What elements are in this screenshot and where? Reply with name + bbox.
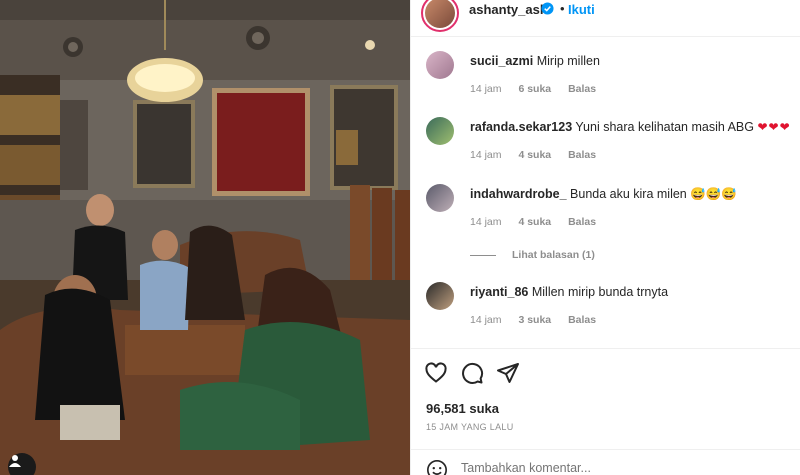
post-header: ashanty_ash • Ikuti [411, 0, 800, 37]
author-username[interactable]: ashanty_ash [469, 2, 548, 17]
comment-likes[interactable]: 4 suka [518, 149, 551, 161]
comment-username[interactable]: riyanti_86 [470, 285, 528, 299]
comment-text: Bunda aku kira milen [570, 187, 687, 201]
comment-age: 14 jam [470, 216, 502, 228]
comment-likes[interactable]: 4 suka [518, 216, 551, 228]
comment-avatar[interactable] [426, 117, 454, 145]
heart-emojis: ❤❤❤ [757, 120, 791, 134]
emoji-icon[interactable] [426, 459, 448, 475]
follow-button[interactable]: Ikuti [568, 2, 595, 17]
reply-button[interactable]: Balas [568, 149, 596, 161]
view-replies-button[interactable]: Lihat balasan (1) [470, 249, 595, 261]
instagram-post: ashanty_ash • Ikuti sucii_azmi Mirip mil… [0, 0, 800, 475]
send-icon[interactable] [496, 361, 520, 385]
comment-body: sucii_azmi Mirip millen [470, 54, 600, 68]
comment-text: Mirip millen [536, 54, 600, 68]
user-tag-icon[interactable] [8, 453, 36, 475]
comment-body: indahwardrobe_ Bunda aku kira milen 😅😅😅 [470, 187, 737, 202]
comment-username[interactable]: sucii_azmi [470, 54, 533, 68]
post-timestamp: 15 JAM YANG LALU [426, 422, 514, 432]
replies-divider [470, 254, 496, 256]
verified-badge-icon [541, 2, 554, 15]
heart-icon[interactable] [424, 361, 448, 385]
comment-avatar[interactable] [426, 282, 454, 310]
comment-likes[interactable]: 6 suka [518, 83, 551, 95]
comment-body: rafanda.sekar123 Yuni shara kelihatan ma… [470, 120, 791, 134]
header-separator: • [560, 1, 565, 16]
comment-meta: 14 jam 3 suka Balas [470, 314, 610, 326]
comment-input[interactable] [461, 461, 761, 475]
comment-text: Yuni shara kelihatan masih ABG [575, 120, 754, 134]
view-replies-label: Lihat balasan (1) [512, 249, 595, 261]
comment-username[interactable]: indahwardrobe_ [470, 187, 567, 201]
comment-username[interactable]: rafanda.sekar123 [470, 120, 572, 134]
comment-age: 14 jam [470, 314, 502, 326]
reply-button[interactable]: Balas [568, 83, 596, 95]
comment-avatar[interactable] [426, 51, 454, 79]
post-panel: ashanty_ash • Ikuti sucii_azmi Mirip mil… [410, 0, 800, 475]
author-avatar[interactable] [421, 0, 459, 32]
photo-illustration [0, 0, 410, 475]
comment-body: riyanti_86 Millen mirip bunda trnyta [470, 285, 668, 299]
reply-button[interactable]: Balas [568, 216, 596, 228]
add-comment-bar [411, 449, 800, 475]
comment-age: 14 jam [470, 83, 502, 95]
comment-meta: 14 jam 4 suka Balas [470, 216, 610, 228]
like-count[interactable]: 96,581 suka [426, 401, 499, 416]
comment-meta: 14 jam 6 suka Balas [470, 83, 610, 95]
reply-button[interactable]: Balas [568, 314, 596, 326]
comment-avatar[interactable] [426, 184, 454, 212]
comment-age: 14 jam [470, 149, 502, 161]
action-bar: 96,581 suka 15 JAM YANG LALU [411, 348, 800, 475]
comment-meta: 14 jam 4 suka Balas [470, 149, 610, 161]
laughing-emojis: 😅😅😅 [690, 187, 737, 201]
comment-icon[interactable] [460, 361, 484, 385]
comment-text: Millen mirip bunda trnyta [531, 285, 669, 299]
comment-likes[interactable]: 3 suka [518, 314, 551, 326]
post-photo[interactable] [0, 0, 410, 475]
